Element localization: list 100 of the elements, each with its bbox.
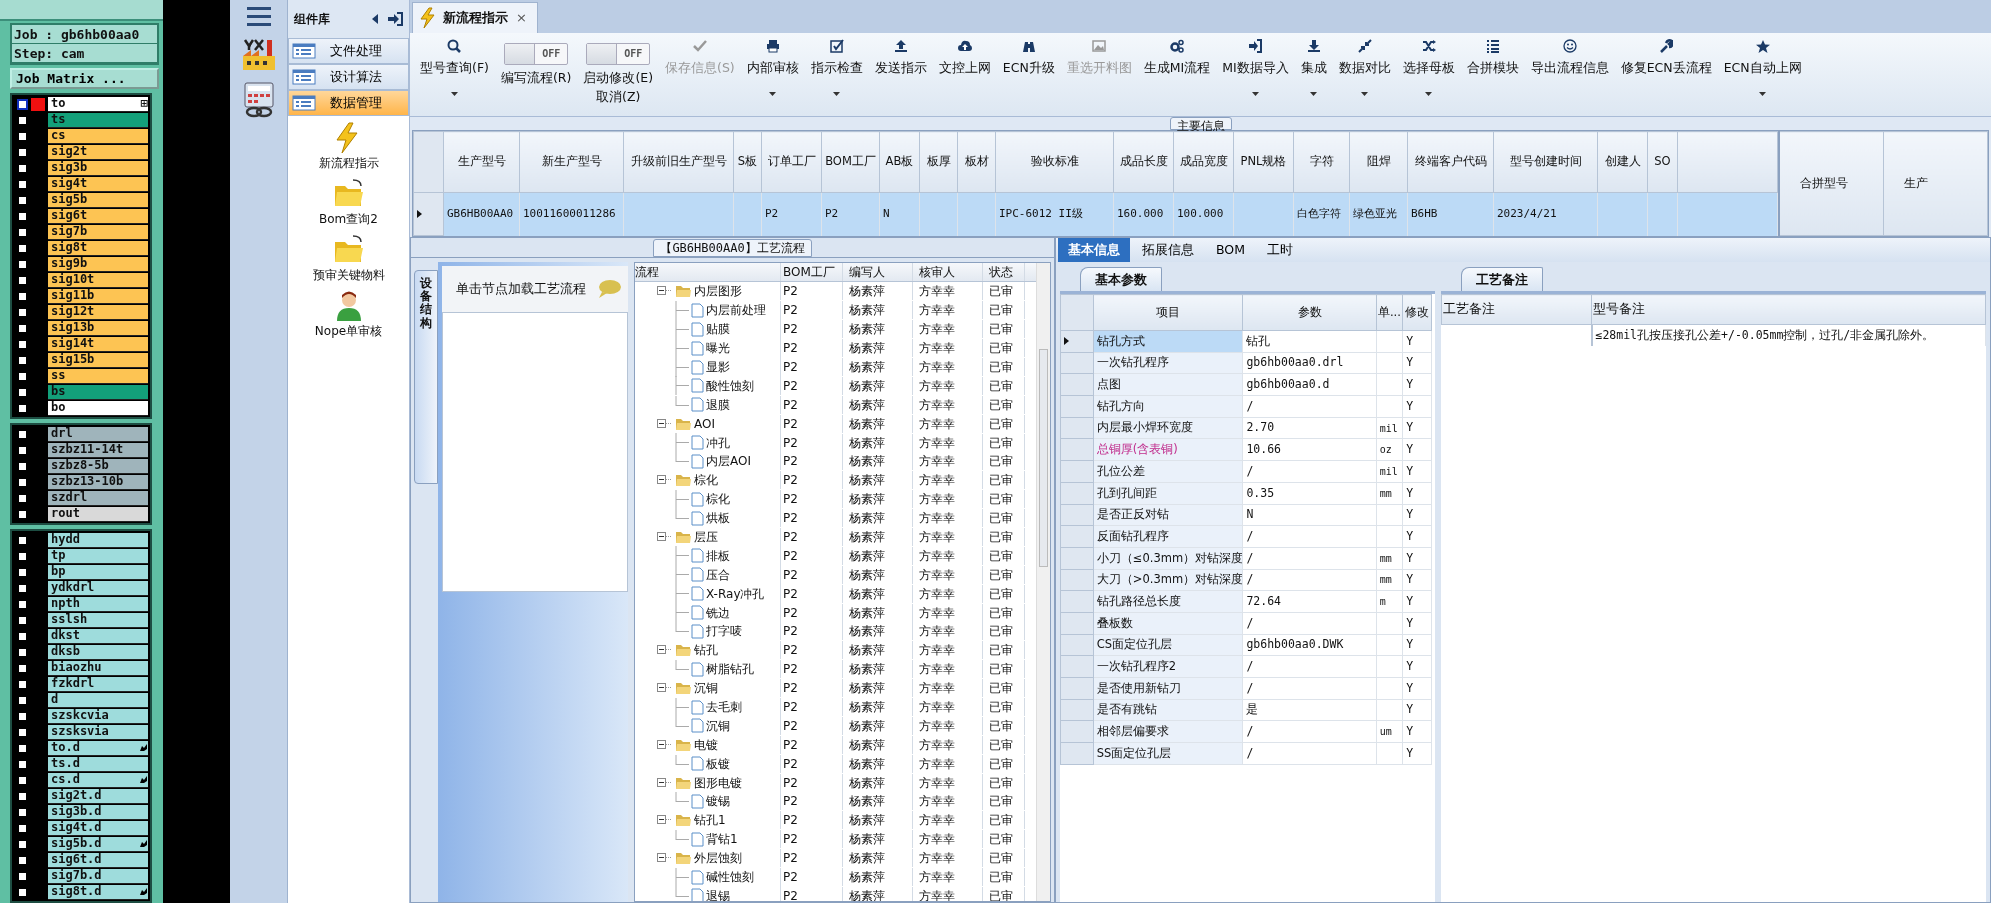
layer-name[interactable]: sig7b [48,224,148,240]
tree-expander-icon[interactable] [657,683,673,694]
tree-node-label[interactable]: 退锡 [706,886,730,901]
column-header[interactable]: 项目 [1093,294,1243,331]
layer-checkbox[interactable] [17,460,28,472]
tree-node-label[interactable]: 电镀 [694,735,718,754]
layer-name[interactable]: sig8t [48,240,148,256]
column-header[interactable]: 升级前旧生产型号 [623,131,734,193]
toolbar-button[interactable]: ECN自动上网 [1717,37,1808,98]
tree-node-label[interactable]: 棕化 [694,471,718,490]
tab[interactable]: BOM [1206,238,1255,262]
column-header[interactable]: 核审人 [913,263,983,281]
layer-checkbox[interactable] [17,646,28,658]
layer-checkbox[interactable] [17,306,28,318]
layer-checkbox[interactable] [17,242,28,254]
layer-checkbox[interactable] [17,694,28,706]
toolbar-button[interactable]: 修复ECN丢流程 [1614,37,1718,80]
layer-name[interactable]: cs.d [48,772,148,788]
layer-checkbox[interactable] [17,274,28,286]
column-header[interactable]: 阻焊 [1349,131,1408,193]
layer-name[interactable]: sig6t.d [48,852,148,868]
layer-checkbox[interactable] [17,614,28,626]
layer-checkbox[interactable] [17,98,28,110]
layer-checkbox[interactable] [17,806,28,818]
layer-name[interactable]: hydd [48,532,148,548]
tree-node-label[interactable]: 退膜 [706,395,730,414]
layer-name[interactable]: sslsh [48,612,148,628]
column-header[interactable]: AB板 [879,131,920,193]
column-header[interactable]: 生产型号 [443,131,520,193]
layer-name[interactable]: sig11b [48,288,148,304]
layer-checkbox[interactable] [17,492,28,504]
layer-checkbox[interactable] [17,178,28,190]
column-header[interactable]: 成品长度 [1113,131,1174,193]
layer-checkbox[interactable] [17,598,28,610]
calculator-link-icon[interactable] [241,82,276,118]
toolbar-button[interactable]: 数据对比 [1332,37,1397,98]
column-header[interactable]: 流程 [635,263,781,281]
layer-name[interactable]: ts.d [48,756,148,772]
layer-checkbox[interactable] [17,630,28,642]
layer-checkbox[interactable] [17,146,28,158]
toggle-switch[interactable]: OFF [586,43,651,65]
column-header[interactable]: 新生产型号 [519,131,624,193]
layer-checkbox[interactable] [17,428,28,440]
tree-node-label[interactable]: 去毛刺 [706,698,742,717]
tree-node-label[interactable]: 排板 [706,546,730,565]
column-header[interactable]: S板 [733,131,762,193]
tree-node-label[interactable]: 曝光 [706,339,730,358]
column-header[interactable]: 型号创建时间 [1493,131,1598,193]
layer-checkbox[interactable] [17,354,28,366]
layer-name[interactable]: sig3b [48,160,148,176]
tree-node-label[interactable]: 冲孔 [706,433,730,452]
toolbar-button[interactable]: 集成 [1294,37,1333,98]
layer-name[interactable]: sig15b [48,352,148,368]
layer-name[interactable]: sig12t [48,304,148,320]
side-tab[interactable]: 设备结构 [414,270,438,484]
layer-checkbox[interactable] [17,566,28,578]
layer-name[interactable]: szbz8-5b [48,458,148,474]
module-label[interactable]: 新流程指示 [318,154,379,172]
toolbar-button[interactable]: 内部审核 [740,37,805,98]
layer-name[interactable]: to.d [48,740,148,756]
layer-name[interactable]: sig2t.d [48,788,148,804]
layer-checkbox[interactable] [17,710,28,722]
column-header[interactable]: 成品宽度 [1173,131,1234,193]
layer-name[interactable]: sig3b.d [48,804,148,820]
column-header[interactable]: 参数 [1242,294,1377,331]
column-header[interactable]: 板材 [957,131,996,193]
layer-checkbox[interactable] [17,726,28,738]
tree-node-label[interactable]: 沉铜 [694,679,718,698]
layer-name[interactable]: bs [48,384,148,400]
layer-name[interactable]: sig13b [48,320,148,336]
column-header[interactable]: 创建人 [1597,131,1648,193]
layer-checkbox[interactable] [17,226,28,238]
tab[interactable]: 工时 [1257,238,1303,262]
tree-node-label[interactable]: 树脂钻孔 [706,660,754,679]
column-header[interactable]: SO [1647,131,1678,193]
column-header[interactable]: 工艺备注 [1441,294,1592,325]
column-header[interactable]: PNL规格 [1233,131,1294,193]
layer-name[interactable]: sig9b [48,256,148,272]
tree-expander-icon[interactable] [657,532,673,542]
tree-node-label[interactable]: 板镀 [706,754,730,773]
job-matrix-button[interactable]: Job Matrix ... [10,67,159,89]
tree-node-label[interactable]: 贴膜 [706,320,730,339]
tree-node-label[interactable]: 内层AOI [706,452,751,471]
layer-checkbox[interactable] [17,476,28,488]
close-button[interactable]: × [516,8,527,28]
tree-node-label[interactable]: 棕化 [706,490,730,509]
tree-node-label[interactable]: 酸性蚀刻 [706,376,754,395]
toolbar-button[interactable]: 指示检查 [804,37,869,98]
tree-node-label[interactable]: 打字唛 [706,622,742,641]
tree-expander-icon[interactable] [657,739,673,750]
sign-in-icon[interactable] [387,12,403,26]
toggle-switch[interactable]: OFF [504,43,569,65]
layer-name[interactable]: bo [48,400,148,416]
layer-checkbox[interactable] [17,758,28,770]
layer-checkbox[interactable] [17,130,28,142]
layer-checkbox[interactable] [17,662,28,674]
module-label[interactable]: Bom查询2 [319,210,378,228]
column-header[interactable]: 编写人 [843,263,913,281]
tree-node-label[interactable]: X-Ray冲孔 [706,584,765,603]
document-tab[interactable]: 新流程指示 × [412,2,538,33]
